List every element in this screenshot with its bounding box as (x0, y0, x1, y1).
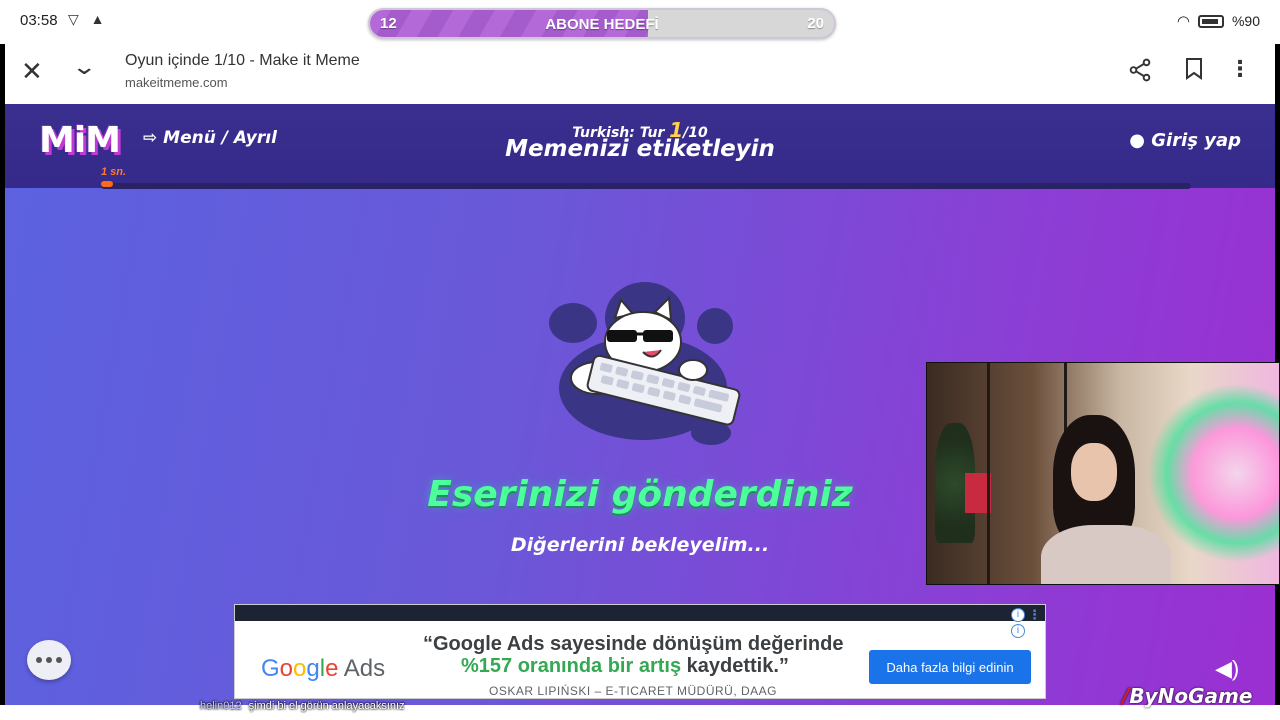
stream-chat-line: helin012 şimdi bi el görün anlayacaksını… (200, 700, 405, 712)
login-button[interactable]: ● Giriş yap (1129, 130, 1241, 151)
ad-choices-icon[interactable]: i (1011, 624, 1025, 638)
close-icon[interactable]: ✕ (21, 56, 43, 87)
chat-dot (36, 657, 42, 663)
streamer (1041, 415, 1171, 584)
game-header: MiM 1 sn. ⇨ Menü / Ayrıl Turkish: Tur 1/… (5, 104, 1275, 189)
page-title: Oyun içinde 1/10 - Make it Meme (125, 52, 360, 69)
wifi-icon: ◠ (1176, 13, 1190, 30)
speaker-icon[interactable]: ◀) (1215, 656, 1239, 682)
ad-menu-icon[interactable]: ⋮ (1028, 607, 1041, 623)
webcam-overlay (926, 362, 1280, 585)
ad-quote-highlight: %157 oranında bir artış (461, 655, 682, 677)
share-icon[interactable] (1127, 57, 1153, 83)
bynogame-text: ByNoGame (1129, 684, 1253, 708)
streamer-face (1071, 443, 1117, 501)
browser-toolbar: ✕ ⌄ Oyun içinde 1/10 - Make it Meme make… (5, 44, 1275, 104)
chat-dot (46, 657, 52, 663)
page-url: makeitmeme.com (125, 75, 228, 90)
ad-quote-line1: “Google Ads sayesinde dönüşüm değerinde (423, 633, 844, 655)
bynogame-watermark: /ByNoGame (1122, 684, 1252, 708)
round-timer: 1 sn. (101, 166, 127, 178)
google-ads-logo: Google Ads (261, 655, 385, 683)
goal-title: ABONE HEDEFİ (545, 16, 659, 33)
chat-message: şimdi bi el görün anlayacaksınız (248, 700, 405, 712)
clock: 03:58 (20, 12, 58, 29)
more-options-icon[interactable]: ⋮ (1229, 56, 1251, 82)
chat-username: helin012 (200, 700, 242, 712)
ads-wordmark: Ads (343, 655, 386, 682)
timer-track (101, 183, 1191, 189)
ad-quote-line2: %157 oranında bir artış kaydettik.” (461, 655, 789, 678)
battery-level: %90 (1231, 13, 1260, 29)
cat-keyboard-illustration (549, 282, 741, 445)
system-tray: ◠ %90 (1177, 12, 1260, 30)
android-nav-bar (0, 705, 1280, 720)
google-wordmark: Google (261, 655, 339, 682)
battery-icon (1197, 14, 1224, 28)
ad-info-icon[interactable]: i (1011, 608, 1025, 622)
subscriber-goal-bar: 12 20 ABONE HEDEFİ (368, 8, 836, 39)
login-label: Giriş yap (1151, 130, 1241, 151)
chat-dot (56, 657, 62, 663)
game-stage-title: Memenizi etiketleyin (505, 136, 775, 162)
ad-top-strip (235, 605, 1045, 621)
chevron-down-icon[interactable]: ⌄ (71, 54, 97, 80)
user-icon: ● (1129, 130, 1145, 151)
ad-cta-button[interactable]: Daha fazla bilgi edinin (869, 650, 1031, 684)
ad-quote-rest: kaydettik.” (686, 655, 789, 677)
chat-button[interactable] (27, 640, 71, 680)
bookmark-icon[interactable] (1185, 58, 1203, 80)
timer-progress (101, 181, 113, 187)
ad-banner[interactable]: i i ⋮ Google Ads “Google Ads sayesinde d… (234, 604, 1046, 699)
streamer-body (1041, 525, 1171, 584)
notification-icons: ▽ ▲ (68, 11, 109, 27)
ad-author: OSKAR LIPIŃSKI – E-TICARET MÜDÜRÜ, DAAG (489, 684, 777, 698)
